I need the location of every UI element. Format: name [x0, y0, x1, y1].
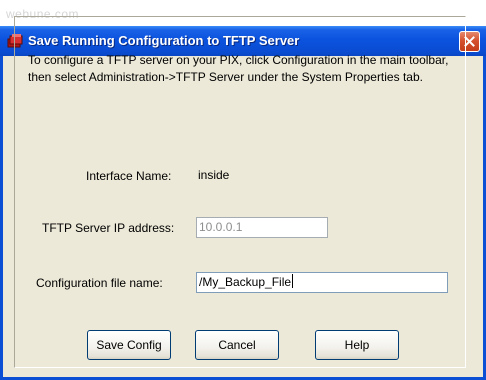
- interface-name-label: Interface Name:: [86, 169, 172, 183]
- instructions-text: To configure a TFTP server on your PIX, …: [28, 53, 449, 84]
- interface-name-value: inside: [198, 168, 230, 182]
- text-caret: [292, 274, 294, 288]
- tftp-ip-label: TFTP Server IP address:: [42, 221, 175, 235]
- help-button[interactable]: Help: [315, 330, 399, 360]
- config-file-field[interactable]: /My_Backup_File: [196, 272, 448, 293]
- config-file-value: /My_Backup_File: [199, 275, 292, 289]
- cancel-button[interactable]: Cancel: [195, 330, 279, 360]
- save-config-button[interactable]: Save Config: [87, 330, 171, 360]
- config-file-label: Configuration file name:: [36, 276, 163, 290]
- tftp-ip-value: 10.0.0.1: [199, 220, 243, 234]
- tftp-ip-field[interactable]: 10.0.0.1: [196, 217, 328, 238]
